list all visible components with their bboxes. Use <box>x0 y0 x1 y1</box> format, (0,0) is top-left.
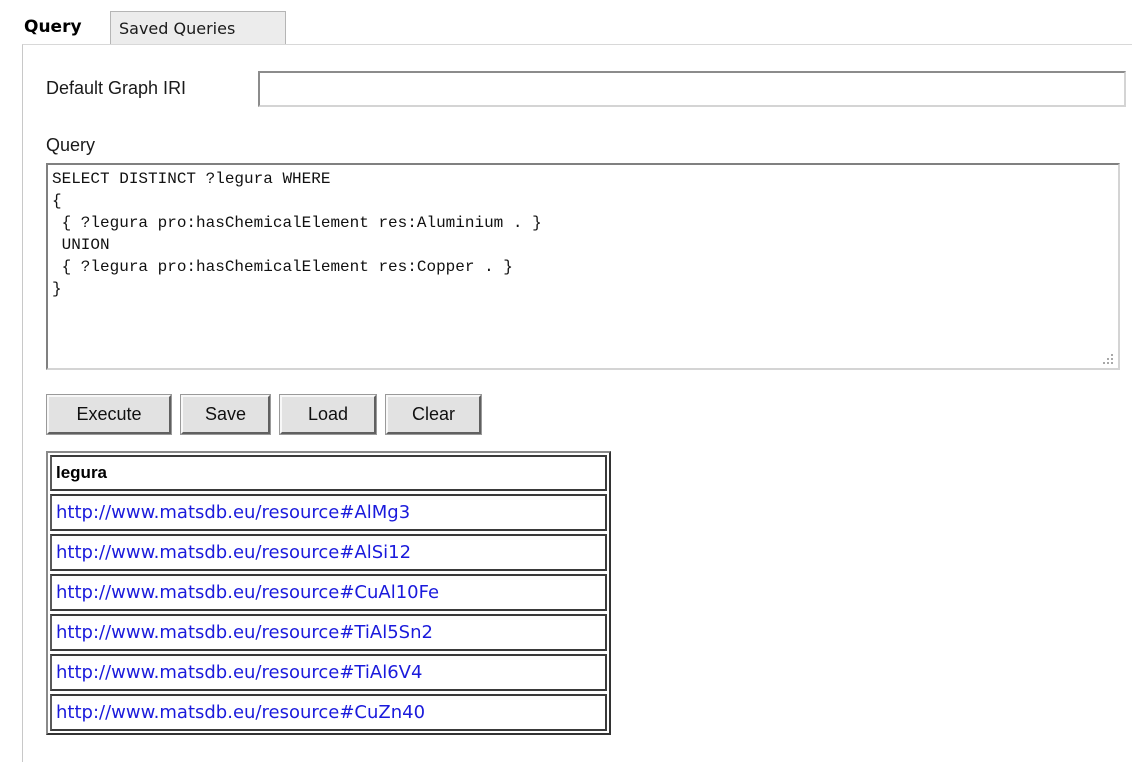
result-link[interactable]: http://www.matsdb.eu/resource#CuZn40 <box>56 702 425 723</box>
table-row: http://www.matsdb.eu/resource#AlSi12 <box>50 534 607 571</box>
tab-query[interactable]: Query <box>12 9 110 44</box>
query-label: Query <box>46 135 96 155</box>
sparql-query-page: Query Saved Queries Default Graph IRI Qu… <box>0 0 1132 762</box>
clear-button[interactable]: Clear <box>385 394 482 435</box>
resize-grip-icon[interactable] <box>1100 352 1114 366</box>
result-link[interactable]: http://www.matsdb.eu/resource#AlSi12 <box>56 542 411 563</box>
result-link[interactable]: http://www.matsdb.eu/resource#TiAl5Sn2 <box>56 622 433 643</box>
table-row: http://www.matsdb.eu/resource#AlMg3 <box>50 494 607 531</box>
table-row: http://www.matsdb.eu/resource#TiAl6V4 <box>50 654 607 691</box>
result-link[interactable]: http://www.matsdb.eu/resource#TiAl6V4 <box>56 662 422 683</box>
execute-button[interactable]: Execute <box>46 394 172 435</box>
results-table: legura http://www.matsdb.eu/resource#AlM… <box>46 451 611 735</box>
result-link[interactable]: http://www.matsdb.eu/resource#AlMg3 <box>56 502 410 523</box>
results-column-header: legura <box>50 455 607 491</box>
default-graph-iri-input[interactable] <box>258 71 1126 107</box>
tab-saved-queries[interactable]: Saved Queries <box>110 11 286 44</box>
table-row: http://www.matsdb.eu/resource#CuAl10Fe <box>50 574 607 611</box>
save-button[interactable]: Save <box>180 394 271 435</box>
load-button[interactable]: Load <box>279 394 377 435</box>
result-link[interactable]: http://www.matsdb.eu/resource#CuAl10Fe <box>56 582 439 603</box>
tab-bar: Query Saved Queries <box>12 9 286 44</box>
query-textarea[interactable]: SELECT DISTINCT ?legura WHERE { { ?legur… <box>46 163 1120 370</box>
table-row: http://www.matsdb.eu/resource#CuZn40 <box>50 694 607 731</box>
table-row: http://www.matsdb.eu/resource#TiAl5Sn2 <box>50 614 607 651</box>
default-graph-iri-label: Default Graph IRI <box>46 78 187 98</box>
